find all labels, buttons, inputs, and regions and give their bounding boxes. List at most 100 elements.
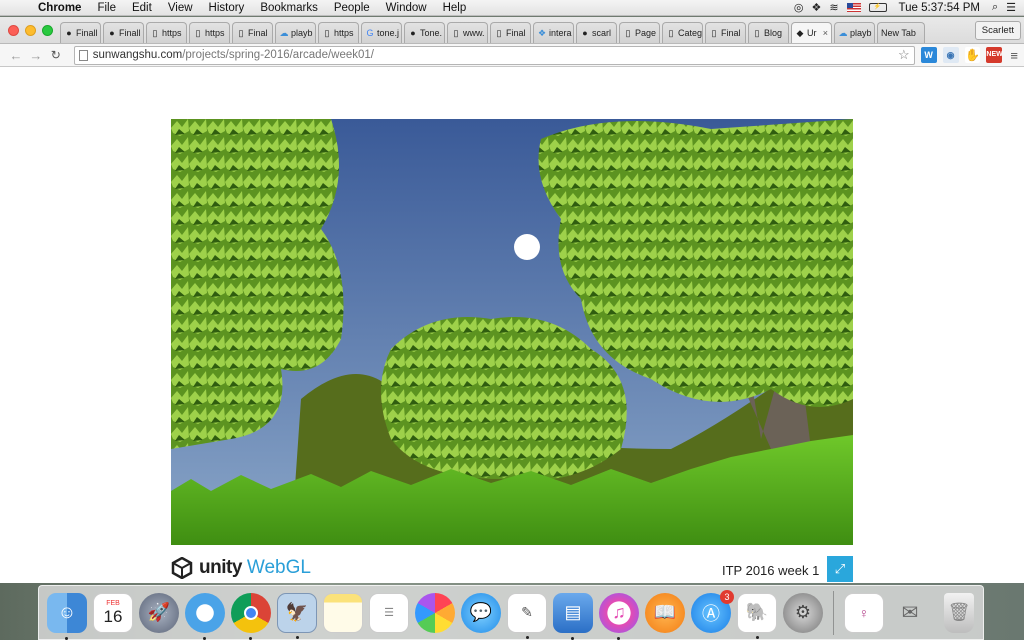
browser-tab[interactable]: ❖ intera bbox=[533, 22, 574, 43]
notification-center-icon[interactable]: ☰ bbox=[1006, 1, 1016, 14]
w-extension-icon[interactable]: W bbox=[920, 47, 937, 63]
launchpad-icon[interactable]: 🚀 bbox=[139, 592, 179, 633]
messages-icon[interactable]: 💬 bbox=[461, 592, 501, 633]
profile-button[interactable]: Scarlett bbox=[974, 21, 1021, 40]
chrome-icon[interactable] bbox=[231, 592, 271, 640]
back-button[interactable]: ← bbox=[6, 48, 26, 63]
close-window-button[interactable] bbox=[8, 25, 19, 36]
forward-button[interactable]: → bbox=[26, 48, 46, 63]
calendar-day: 16 bbox=[103, 606, 123, 626]
browser-tab[interactable]: ▯ Final bbox=[490, 22, 531, 43]
mail-document-icon[interactable]: ✉ bbox=[890, 593, 930, 633]
menu-app-name[interactable]: Chrome bbox=[30, 2, 89, 14]
menu-edit[interactable]: Edit bbox=[124, 2, 160, 14]
menu-bar: Chrome File Edit View History Bookmarks … bbox=[0, 0, 1024, 16]
tab-label: Blog bbox=[764, 28, 783, 38]
dock: ☺ FEB 16 🚀 ✥ 🦅 ☰ 💬 ✎ ▤ ♫ 📖 Ⓐ 3 🐘 ⚙ ♀ ✉ 🗑 bbox=[38, 585, 984, 640]
document-icon[interactable]: ♀ bbox=[844, 592, 884, 633]
github-icon: ● bbox=[410, 28, 416, 38]
bookmark-star-icon[interactable]: ☆ bbox=[898, 47, 914, 63]
tab-close-icon[interactable]: × bbox=[823, 28, 828, 38]
menu-help[interactable]: Help bbox=[435, 2, 475, 14]
calendar-icon[interactable]: FEB 16 bbox=[93, 592, 133, 633]
evernote-icon[interactable]: 🐘 bbox=[737, 592, 777, 639]
cloud-icon: ☁ bbox=[279, 28, 289, 38]
browser-tab[interactable]: ▯ Final bbox=[232, 22, 273, 43]
unity-webgl-logo: unity WebGL bbox=[171, 557, 311, 579]
browser-tab[interactable]: ◆ Ur × bbox=[791, 22, 832, 43]
new-extension-icon[interactable]: NEW bbox=[986, 47, 1003, 63]
browser-tab[interactable]: ● Finall bbox=[103, 22, 144, 43]
tab-label: tone.j bbox=[377, 28, 400, 38]
tab-label: Tone. bbox=[420, 28, 443, 38]
github-icon: ● bbox=[109, 28, 115, 38]
browser-tab[interactable]: ▯ https bbox=[318, 22, 359, 43]
system-preferences-icon[interactable]: ⚙ bbox=[783, 592, 823, 633]
preview-icon[interactable]: 🦅 bbox=[277, 592, 317, 639]
wifi-icon[interactable]: ≋ bbox=[829, 1, 838, 14]
browser-tab[interactable]: ▯ Blog bbox=[748, 22, 789, 43]
camera-extension-icon[interactable]: ◉ bbox=[942, 47, 959, 63]
page-icon: ▯ bbox=[152, 28, 158, 38]
menu-bookmarks[interactable]: Bookmarks bbox=[252, 2, 326, 14]
menu-people[interactable]: People bbox=[326, 2, 378, 14]
menubar-clock[interactable]: Tue 5:37:54 PM bbox=[895, 2, 984, 14]
browser-tab[interactable]: ▯ Final bbox=[705, 22, 746, 43]
trash-icon[interactable]: 🗑 bbox=[944, 592, 974, 633]
browser-tab[interactable]: ▯ https bbox=[146, 22, 187, 43]
battery-icon[interactable]: ⚡ bbox=[868, 3, 887, 12]
safari-icon[interactable]: ✥ bbox=[185, 592, 225, 640]
browser-tab[interactable]: ● Finall bbox=[60, 22, 101, 43]
us-flag-icon[interactable] bbox=[846, 3, 861, 12]
itunes-icon[interactable]: ♫ bbox=[599, 592, 639, 640]
browser-tab[interactable]: ▯ www. bbox=[447, 22, 488, 43]
page-info-icon[interactable] bbox=[78, 49, 88, 61]
keynote-icon[interactable]: ▤ bbox=[553, 592, 593, 640]
browser-tab[interactable]: ▯ Page bbox=[619, 22, 660, 43]
fullscreen-window-button[interactable] bbox=[42, 25, 53, 36]
hand-extension-icon[interactable]: ✋ bbox=[964, 47, 981, 63]
browser-tab[interactable]: ● scarl bbox=[576, 22, 617, 43]
textedit-icon[interactable]: ✎ bbox=[507, 592, 547, 639]
page-icon: ▯ bbox=[238, 28, 244, 38]
reload-button[interactable]: ↻ bbox=[46, 48, 66, 62]
menu-window[interactable]: Window bbox=[378, 2, 435, 14]
browser-tab[interactable]: Gtone.j bbox=[361, 22, 402, 43]
tab-label: Page bbox=[635, 28, 657, 38]
appstore-badge: 3 bbox=[720, 589, 734, 604]
notes-icon[interactable] bbox=[323, 592, 363, 633]
menu-history[interactable]: History bbox=[201, 2, 253, 14]
reminders-icon[interactable]: ☰ bbox=[369, 592, 409, 633]
unity-game-canvas[interactable] bbox=[171, 119, 853, 545]
address-bar[interactable]: sunwangshu.com/projects/spring-2016/arca… bbox=[73, 45, 915, 65]
minimize-window-button[interactable] bbox=[25, 25, 36, 36]
page-icon: ▯ bbox=[668, 28, 674, 38]
browser-tab[interactable]: New Tab bbox=[877, 22, 925, 43]
ibooks-icon[interactable]: 📖 bbox=[645, 592, 685, 633]
menu-view[interactable]: View bbox=[160, 2, 201, 14]
unity-wordmark: unity bbox=[199, 557, 242, 578]
browser-toolbar: ← → ↻ sunwangshu.com/projects/spring-201… bbox=[0, 44, 1024, 67]
dropbox-icon: ❖ bbox=[537, 28, 547, 38]
sun bbox=[514, 234, 540, 260]
browser-tab[interactable]: ☁ playb bbox=[275, 22, 316, 43]
finder-icon[interactable]: ☺ bbox=[47, 592, 87, 640]
browser-tab[interactable]: ☁ playb bbox=[834, 22, 875, 43]
menu-file[interactable]: File bbox=[89, 2, 124, 14]
spotlight-search-icon[interactable]: ⌕ bbox=[992, 1, 998, 14]
tab-label: www. bbox=[463, 28, 485, 38]
browser-tab[interactable]: ● Tone. bbox=[404, 22, 445, 43]
fullscreen-button[interactable]: ⤢ bbox=[827, 556, 853, 582]
creative-cloud-icon[interactable]: ◎ bbox=[794, 1, 804, 14]
chrome-menu-icon[interactable]: ≡ bbox=[1010, 48, 1018, 63]
page-icon: ▯ bbox=[625, 28, 631, 38]
appstore-icon[interactable]: Ⓐ 3 bbox=[691, 589, 734, 633]
browser-tab[interactable]: ▯ Categ bbox=[662, 22, 703, 43]
browser-tab[interactable]: ▯ https bbox=[189, 22, 230, 43]
tab-label: Final bbox=[506, 28, 526, 38]
tab-label: Categ bbox=[678, 28, 703, 38]
dropbox-status-icon[interactable]: ❖ bbox=[811, 1, 821, 14]
page-icon: ▯ bbox=[754, 28, 760, 38]
window-controls bbox=[8, 25, 53, 36]
photos-icon[interactable] bbox=[415, 592, 455, 633]
